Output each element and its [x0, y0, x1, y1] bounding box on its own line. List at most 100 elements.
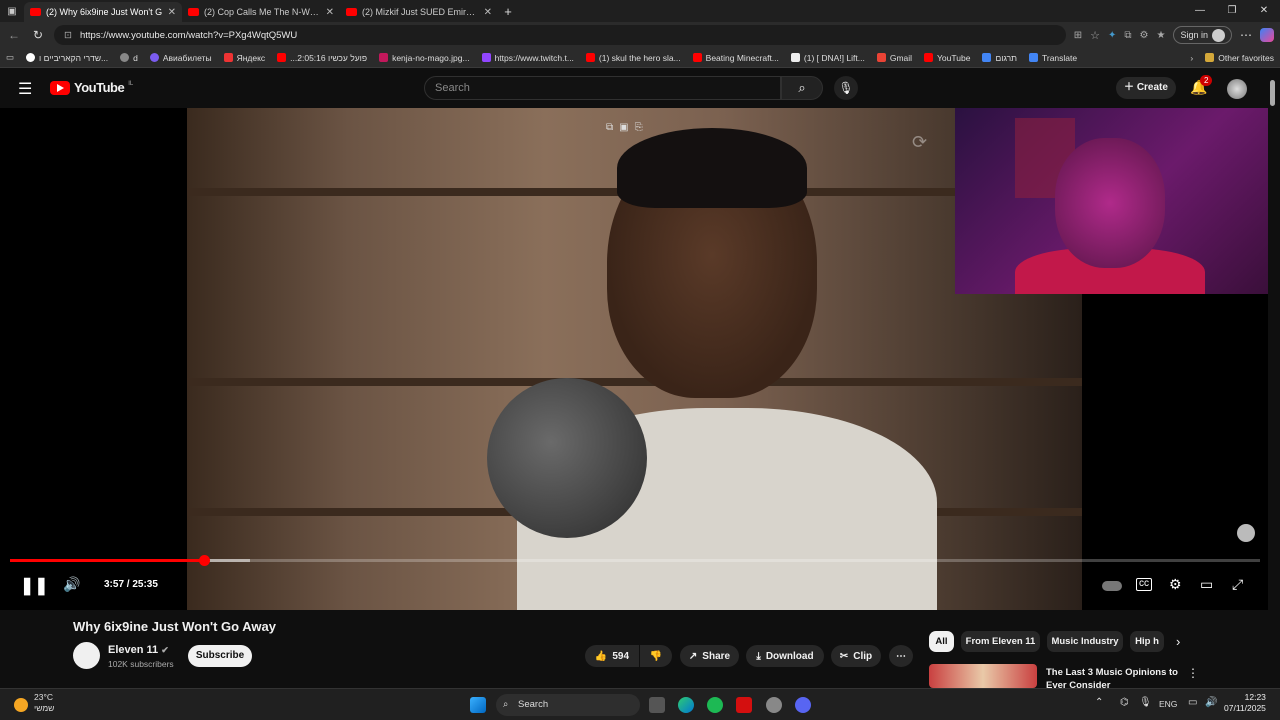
spotify-icon[interactable]: [707, 697, 723, 713]
autoplay-toggle[interactable]: [1102, 581, 1122, 591]
chip-hip-hop[interactable]: Hip h: [1130, 631, 1164, 652]
bookmarks-overflow-icon[interactable]: ›: [1190, 53, 1193, 63]
captions-button[interactable]: cc: [1136, 578, 1152, 591]
tab-3[interactable]: (2) Mizkif Just SUED Emiru & Asm ✕: [340, 2, 498, 22]
display-icon[interactable]: ▭: [1188, 697, 1197, 708]
buffered-bar: [204, 559, 250, 562]
chip-from-eleven-11[interactable]: From Eleven 11: [961, 631, 1040, 652]
favorites-icon[interactable]: ★: [1157, 30, 1166, 41]
app-icon[interactable]: [766, 697, 782, 713]
windows-start-icon[interactable]: [470, 697, 486, 713]
bookmark-item[interactable]: (1) skul the hero sla...: [585, 53, 681, 63]
copy-icon[interactable]: ⎘: [635, 122, 643, 133]
extension-icon[interactable]: ✦: [1108, 30, 1116, 41]
recommendation-menu-icon[interactable]: ⋮: [1187, 666, 1199, 680]
bookmark-item[interactable]: שדרי הקאריביים ו...: [26, 53, 108, 63]
close-tab-icon[interactable]: ✕: [168, 7, 176, 18]
search-button[interactable]: ⌕: [781, 76, 823, 100]
tray-overflow-icon[interactable]: ⌃: [1095, 697, 1103, 708]
settings-button[interactable]: ⚙: [1169, 576, 1182, 593]
bookmark-item[interactable]: Яндекс: [223, 53, 265, 63]
other-favorites[interactable]: Other favorites: [1205, 53, 1274, 63]
menu-icon[interactable]: ☰: [18, 79, 32, 99]
chips-next-icon[interactable]: ›: [1176, 634, 1180, 649]
system-clock[interactable]: 12:23 07/11/2025: [1224, 692, 1266, 714]
like-button[interactable]: 👍 594: [585, 645, 639, 667]
volume-button[interactable]: 🔊: [63, 576, 80, 593]
notifications-button[interactable]: 🔔 2: [1190, 75, 1213, 96]
page-scrollbar[interactable]: [1270, 80, 1275, 106]
discord-icon[interactable]: [795, 697, 811, 713]
bookmark-item[interactable]: d: [120, 53, 138, 63]
volume-tray-icon[interactable]: 🔊: [1205, 697, 1217, 708]
maximize-icon[interactable]: ❐: [1216, 0, 1248, 22]
recommendation-title[interactable]: The Last 3 Music Opinions to Ever Consid…: [1046, 666, 1186, 688]
clip-button[interactable]: ✂ Clip: [831, 645, 881, 667]
tab-2[interactable]: (2) Cop Calls Me The N-Word Inst ✕: [182, 2, 340, 22]
dislike-button[interactable]: 👎: [640, 645, 672, 667]
miniplayer-icon[interactable]: ⧉: [606, 122, 613, 133]
bookmark-item[interactable]: תרגום: [982, 53, 1017, 63]
channel-name[interactable]: Eleven 11 ✔: [108, 644, 169, 656]
sign-in-button[interactable]: Sign in: [1173, 26, 1232, 44]
popout-icon[interactable]: ▣: [619, 122, 628, 133]
browser-tab-bar: ▣ (2) Why 6ix9ine Just Won't G ✕ (2) Cop …: [0, 0, 1280, 22]
more-menu-icon[interactable]: ⋯: [1240, 28, 1252, 42]
close-tab-icon[interactable]: ✕: [326, 7, 334, 18]
share-icon: ↗: [688, 650, 698, 662]
network-icon[interactable]: ⌬: [1120, 697, 1129, 708]
tab-1[interactable]: (2) Why 6ix9ine Just Won't G ✕: [24, 2, 182, 22]
theater-mode-button[interactable]: ▭: [1200, 576, 1213, 593]
copilot-icon[interactable]: [1260, 28, 1274, 42]
chip-music-industry[interactable]: Music Industry: [1047, 631, 1123, 652]
weather-widget[interactable]: 23°C שמשי: [34, 692, 54, 714]
microphone-tray-icon[interactable]: 🎙: [1139, 697, 1152, 708]
fullscreen-button[interactable]: ⤢: [1232, 576, 1243, 593]
edge-browser-icon[interactable]: [678, 697, 694, 713]
youtube-logo[interactable]: YouTube IL: [50, 80, 133, 95]
download-button[interactable]: ⤓ Download: [746, 645, 824, 667]
bookmark-item[interactable]: Gmail: [876, 53, 912, 63]
url-field[interactable]: ⊡ https://www.youtube.com/watch?v=PXg4Wq…: [54, 25, 1066, 45]
app-available-icon[interactable]: ⊞: [1074, 30, 1082, 41]
input-language[interactable]: ENG: [1159, 699, 1177, 709]
minimize-icon[interactable]: —: [1184, 0, 1216, 22]
fullscreen-icon: ⤢: [1232, 576, 1244, 592]
weather-icon[interactable]: [14, 698, 28, 712]
site-info-icon[interactable]: ⊡: [64, 30, 72, 41]
favorite-star-icon[interactable]: ☆: [1090, 29, 1100, 42]
account-avatar[interactable]: [1227, 79, 1247, 99]
bookmark-item[interactable]: (1) [ DNA!] Lift...: [790, 53, 865, 63]
channel-avatar[interactable]: [73, 642, 100, 669]
tab-actions-icon[interactable]: ▣: [0, 6, 24, 17]
back-icon[interactable]: ←: [6, 28, 22, 42]
pause-button[interactable]: ❚❚: [20, 576, 49, 596]
collections-icon[interactable]: ⚙: [1140, 30, 1149, 41]
extensions-icon[interactable]: ⧉: [1124, 30, 1131, 41]
close-tab-icon[interactable]: ✕: [484, 7, 492, 18]
bookmark-item[interactable]: kenja-no-mago.jpg...: [379, 53, 470, 63]
search-input[interactable]: Search: [424, 76, 781, 100]
voice-search-button[interactable]: 🎙: [834, 76, 858, 100]
new-tab-button[interactable]: +: [498, 4, 518, 19]
bookmark-item[interactable]: YouTube: [924, 53, 970, 63]
bookmark-item[interactable]: Авиабилеты: [149, 53, 212, 63]
taskbar-search[interactable]: ⌕ Search: [496, 694, 640, 716]
recommendation-thumbnail[interactable]: [929, 664, 1037, 688]
chip-all[interactable]: All: [929, 631, 954, 652]
bookmark-folder-icon[interactable]: ▭: [6, 52, 14, 63]
scrubber-handle[interactable]: [199, 555, 210, 566]
close-window-icon[interactable]: ✕: [1248, 0, 1280, 22]
bookmark-item[interactable]: Beating Minecraft...: [692, 53, 779, 63]
bookmark-item[interactable]: Translate: [1029, 53, 1077, 63]
create-button[interactable]: ＋ Create: [1116, 77, 1176, 99]
subscribe-button[interactable]: Subscribe: [188, 645, 252, 667]
task-view-icon[interactable]: [649, 697, 665, 713]
bookmark-item[interactable]: https://www.twitch.t...: [481, 53, 574, 63]
share-button[interactable]: ↗ Share: [680, 645, 739, 667]
adobe-app-icon[interactable]: [736, 697, 752, 713]
refresh-icon[interactable]: ↻: [30, 28, 46, 42]
channel-watermark-icon[interactable]: [1237, 524, 1255, 542]
bookmark-item[interactable]: ...פועל עכשיו 2:05:16: [277, 53, 367, 63]
more-actions-button[interactable]: ⋯: [889, 645, 913, 667]
